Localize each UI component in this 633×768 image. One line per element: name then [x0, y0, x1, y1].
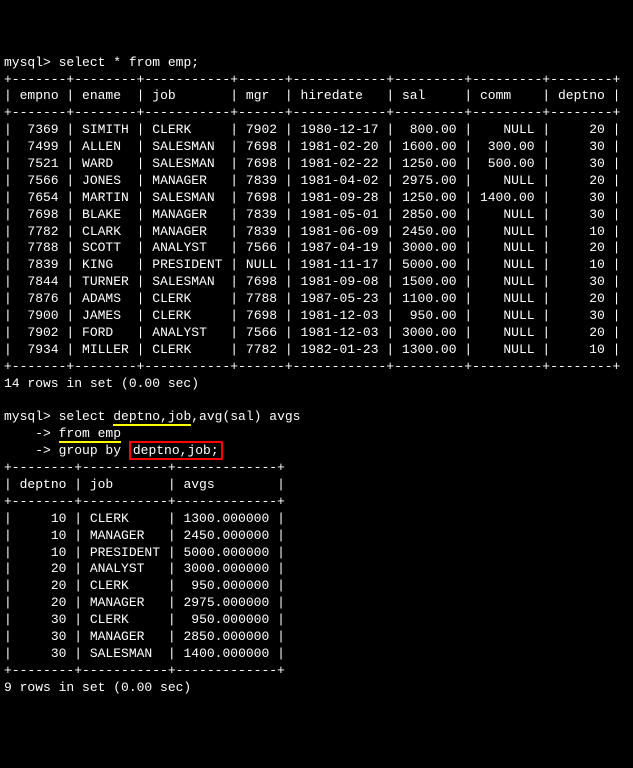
result-footer: 14 rows in set (0.00 sec) — [4, 376, 199, 391]
table-row: | 7499 | ALLEN | SALESMAN | 7698 | 1981-… — [4, 139, 620, 154]
table-row: | 7844 | TURNER | SALESMAN | 7698 | 1981… — [4, 274, 620, 289]
table-row: | 7839 | KING | PRESIDENT | NULL | 1981-… — [4, 257, 620, 272]
table-header: | deptno | job | avgs | — [4, 477, 285, 492]
table-border: +-------+--------+-----------+------+---… — [4, 359, 620, 374]
table-row: | 20 | ANALYST | 3000.000000 | — [4, 561, 285, 576]
table-border: +--------+-----------+-------------+ — [4, 460, 285, 475]
highlight-yellow: deptno,job — [113, 409, 191, 426]
table-row: | 7654 | MARTIN | SALESMAN | 7698 | 1981… — [4, 190, 620, 205]
table-row: | 30 | MANAGER | 2850.000000 | — [4, 629, 285, 644]
table-row: | 10 | CLERK | 1300.000000 | — [4, 511, 285, 526]
table-row: | 7788 | SCOTT | ANALYST | 7566 | 1987-0… — [4, 240, 620, 255]
table-border: +-------+--------+-----------+------+---… — [4, 72, 620, 87]
table-row: | 7876 | ADAMS | CLERK | 7788 | 1987-05-… — [4, 291, 620, 306]
table-row: | 7369 | SIMITH | CLERK | 7902 | 1980-12… — [4, 122, 620, 137]
table-row: | 7902 | FORD | ANALYST | 7566 | 1981-12… — [4, 325, 620, 340]
table-row: | 7521 | WARD | SALESMAN | 7698 | 1981-0… — [4, 156, 620, 171]
table-row: | 10 | MANAGER | 2450.000000 | — [4, 528, 285, 543]
table-border: +--------+-----------+-------------+ — [4, 663, 285, 678]
table-border: +-------+--------+-----------+------+---… — [4, 105, 620, 120]
table-row: | 30 | SALESMAN | 1400.000000 | — [4, 646, 285, 661]
table-row: | 7698 | BLAKE | MANAGER | 7839 | 1981-0… — [4, 207, 620, 222]
mysql-cont[interactable]: -> group by deptno,job; — [4, 441, 223, 460]
mysql-prompt[interactable]: mysql> select * from emp; — [4, 55, 199, 70]
table-row: | 7566 | JONES | MANAGER | 7839 | 1981-0… — [4, 173, 620, 188]
mysql-prompt[interactable]: mysql> select deptno,job,avg(sal) avgs — [4, 409, 300, 426]
table-row: | 20 | CLERK | 950.000000 | — [4, 578, 285, 593]
mysql-cont[interactable]: -> from emp — [4, 426, 121, 443]
table-header: | empno | ename | job | mgr | hiredate |… — [4, 88, 620, 103]
table-row: | 30 | CLERK | 950.000000 | — [4, 612, 285, 627]
highlight-yellow: from emp — [59, 426, 121, 443]
table-row: | 7934 | MILLER | CLERK | 7782 | 1982-01… — [4, 342, 620, 357]
table-row: | 7900 | JAMES | CLERK | 7698 | 1981-12-… — [4, 308, 620, 323]
terminal-output: mysql> select * from emp; +-------+-----… — [4, 55, 629, 697]
highlight-red: deptno,job; — [129, 441, 223, 460]
table-row: | 7782 | CLARK | MANAGER | 7839 | 1981-0… — [4, 224, 620, 239]
table-row: | 20 | MANAGER | 2975.000000 | — [4, 595, 285, 610]
table-row: | 10 | PRESIDENT | 5000.000000 | — [4, 545, 285, 560]
result-footer: 9 rows in set (0.00 sec) — [4, 680, 191, 695]
table-border: +--------+-----------+-------------+ — [4, 494, 285, 509]
